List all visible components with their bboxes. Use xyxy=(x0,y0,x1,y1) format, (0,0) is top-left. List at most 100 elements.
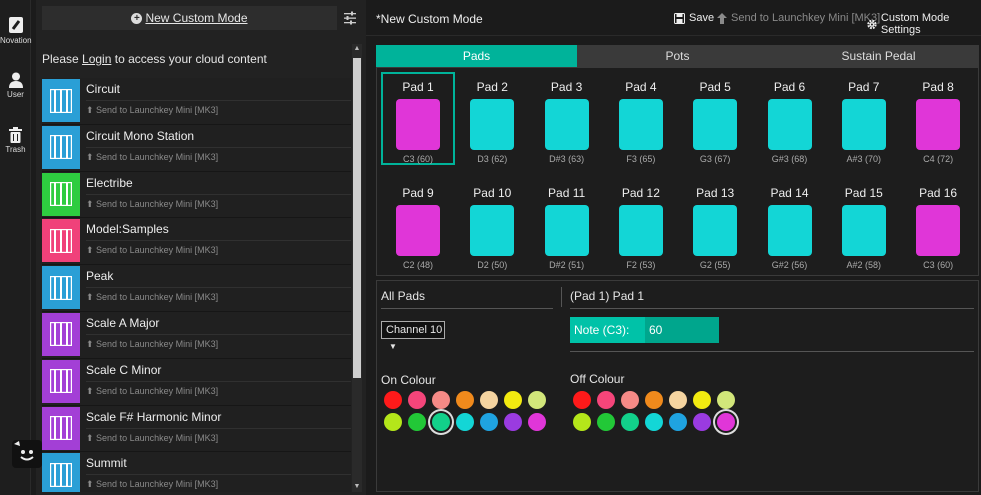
off-colour-swatch[interactable] xyxy=(621,391,639,409)
note-field[interactable]: Note (C3): 60 xyxy=(570,317,719,343)
on-colour-swatch[interactable] xyxy=(408,413,426,431)
rail-item-trash[interactable]: Trash xyxy=(0,127,31,154)
pad-square[interactable] xyxy=(841,205,886,256)
mode-send-link[interactable]: ⬆ Send to Launchkey Mini [MK3] xyxy=(86,339,218,350)
on-colour-swatch[interactable] xyxy=(432,413,450,431)
pad-square[interactable] xyxy=(767,205,812,256)
pad-square[interactable] xyxy=(618,205,663,256)
on-colour-swatch[interactable] xyxy=(480,391,498,409)
custom-mode-item[interactable]: Model:Samples ⬆ Send to Launchkey Mini [M… xyxy=(42,218,351,266)
scrollbar-thumb[interactable] xyxy=(353,58,361,378)
on-colour-swatch[interactable] xyxy=(528,391,546,409)
pad-square[interactable] xyxy=(841,99,886,150)
pad-square[interactable] xyxy=(916,205,961,256)
pad-1[interactable]: Pad 1 C3 (60) xyxy=(381,72,455,165)
on-colour-swatch[interactable] xyxy=(408,391,426,409)
off-colour-swatch[interactable] xyxy=(597,413,615,431)
pad-square[interactable] xyxy=(767,99,812,150)
custom-mode-item[interactable]: Scale F# Harmonic Minor ⬆ Send to Launchk… xyxy=(42,405,351,453)
pad-10[interactable]: Pad 10 D2 (50) xyxy=(455,178,529,270)
pad-6[interactable]: Pad 6 G#3 (68) xyxy=(753,72,827,164)
pad-note: D#3 (63) xyxy=(549,154,585,164)
pad-4[interactable]: Pad 4 F3 (65) xyxy=(604,72,678,164)
pad-5[interactable]: Pad 5 G3 (67) xyxy=(678,72,752,164)
pad-square[interactable] xyxy=(693,99,738,150)
custom-mode-item[interactable]: Circuit Mono Station ⬆ Send to Launchkey … xyxy=(42,124,351,172)
pad-12[interactable]: Pad 12 F2 (53) xyxy=(604,178,678,270)
mode-send-link[interactable]: ⬆ Send to Launchkey Mini [MK3] xyxy=(86,245,218,256)
rail-item-user[interactable]: User xyxy=(0,72,31,99)
pad-square[interactable] xyxy=(693,205,738,256)
custom-mode-item[interactable]: Scale C Minor ⬆ Send to Launchkey Mini [M… xyxy=(42,358,351,406)
pad-15[interactable]: Pad 15 A#2 (58) xyxy=(827,178,901,270)
pad-square[interactable] xyxy=(396,99,440,150)
sliders-icon[interactable] xyxy=(344,11,356,25)
pad-8[interactable]: Pad 8 C4 (72) xyxy=(901,72,975,164)
custom-mode-item[interactable]: Electribe ⬆ Send to Launchkey Mini [MK3] xyxy=(42,171,351,219)
mode-send-link[interactable]: ⬆ Send to Launchkey Mini [MK3] xyxy=(86,433,218,444)
pad-9[interactable]: Pad 9 C2 (48) xyxy=(381,178,455,270)
pad-square[interactable] xyxy=(544,205,589,256)
mode-send-link[interactable]: ⬆ Send to Launchkey Mini [MK3] xyxy=(86,105,218,116)
on-colour-swatch[interactable] xyxy=(384,391,402,409)
off-colour-swatch[interactable] xyxy=(597,391,615,409)
off-colour-swatch[interactable] xyxy=(669,391,687,409)
channel-select[interactable]: Channel 10 ▼ xyxy=(381,321,445,351)
pad-13[interactable]: Pad 13 G2 (55) xyxy=(678,178,752,270)
on-colour-swatch[interactable] xyxy=(384,413,402,431)
custom-mode-settings-button[interactable]: Custom Mode Settings xyxy=(867,12,981,36)
off-colour-swatch[interactable] xyxy=(693,413,711,431)
scroll-down-icon[interactable]: ▼ xyxy=(353,482,361,492)
scroll-up-icon[interactable]: ▲ xyxy=(353,44,361,54)
off-colour-swatch[interactable] xyxy=(645,413,663,431)
off-colour-swatch[interactable] xyxy=(669,413,687,431)
on-colour-swatch[interactable] xyxy=(504,413,522,431)
mode-name: Scale A Major xyxy=(86,315,160,330)
off-colour-swatch[interactable] xyxy=(717,391,735,409)
login-link[interactable]: Login xyxy=(82,52,111,66)
tab-pots[interactable]: Pots xyxy=(577,45,778,67)
pad-3[interactable]: Pad 3 D#3 (63) xyxy=(530,72,604,164)
new-custom-mode-button[interactable]: + New Custom Mode xyxy=(42,6,337,30)
mode-send-link[interactable]: ⬆ Send to Launchkey Mini [MK3] xyxy=(86,386,218,397)
off-colour-swatch[interactable] xyxy=(621,413,639,431)
off-colour-swatch[interactable] xyxy=(717,413,735,431)
mode-send-link[interactable]: ⬆ Send to Launchkey Mini [MK3] xyxy=(86,292,218,303)
tab-pads[interactable]: Pads xyxy=(376,45,577,67)
on-colour-swatch[interactable] xyxy=(432,391,450,409)
pad-square[interactable] xyxy=(470,205,515,256)
pad-16[interactable]: Pad 16 C3 (60) xyxy=(901,178,975,270)
off-colour-swatch[interactable] xyxy=(645,391,663,409)
assistant-bot-icon[interactable] xyxy=(12,440,42,468)
custom-mode-item[interactable]: Scale A Major ⬆ Send to Launchkey Mini [M… xyxy=(42,311,351,359)
pad-square[interactable] xyxy=(396,205,440,256)
off-colour-swatch[interactable] xyxy=(693,391,711,409)
on-colour-swatch[interactable] xyxy=(456,413,474,431)
mode-send-link[interactable]: ⬆ Send to Launchkey Mini [MK3] xyxy=(86,479,218,490)
send-to-device-button[interactable]: Send to Launchkey Mini [MK3] xyxy=(717,12,880,24)
save-button[interactable]: Save xyxy=(674,12,714,24)
pad-square[interactable] xyxy=(618,99,663,150)
on-colour-swatch[interactable] xyxy=(456,391,474,409)
pad-square[interactable] xyxy=(916,99,961,150)
library-scrollbar[interactable]: ▲ ▼ xyxy=(352,44,362,492)
pad-square[interactable] xyxy=(544,99,589,150)
note-value[interactable]: 60 xyxy=(645,317,719,343)
pad-square[interactable] xyxy=(470,99,515,150)
on-colour-swatch[interactable] xyxy=(528,413,546,431)
pad-11[interactable]: Pad 11 D#2 (51) xyxy=(530,178,604,270)
on-colour-swatch[interactable] xyxy=(504,391,522,409)
off-colour-swatch[interactable] xyxy=(573,391,591,409)
custom-mode-item[interactable]: Summit ⬆ Send to Launchkey Mini [MK3] xyxy=(42,452,351,492)
mode-send-link[interactable]: ⬆ Send to Launchkey Mini [MK3] xyxy=(86,152,218,163)
pad-14[interactable]: Pad 14 G#2 (56) xyxy=(753,178,827,270)
rail-item-novation[interactable]: Novation xyxy=(0,16,32,45)
custom-mode-item[interactable]: Circuit ⬆ Send to Launchkey Mini [MK3] xyxy=(42,78,351,125)
custom-mode-item[interactable]: Peak ⬆ Send to Launchkey Mini [MK3] xyxy=(42,265,351,312)
pad-7[interactable]: Pad 7 A#3 (70) xyxy=(827,72,901,164)
off-colour-swatch[interactable] xyxy=(573,413,591,431)
pad-2[interactable]: Pad 2 D3 (62) xyxy=(455,72,529,164)
mode-send-link[interactable]: ⬆ Send to Launchkey Mini [MK3] xyxy=(86,199,218,210)
tab-sustain-pedal[interactable]: Sustain Pedal xyxy=(778,45,979,67)
on-colour-swatch[interactable] xyxy=(480,413,498,431)
